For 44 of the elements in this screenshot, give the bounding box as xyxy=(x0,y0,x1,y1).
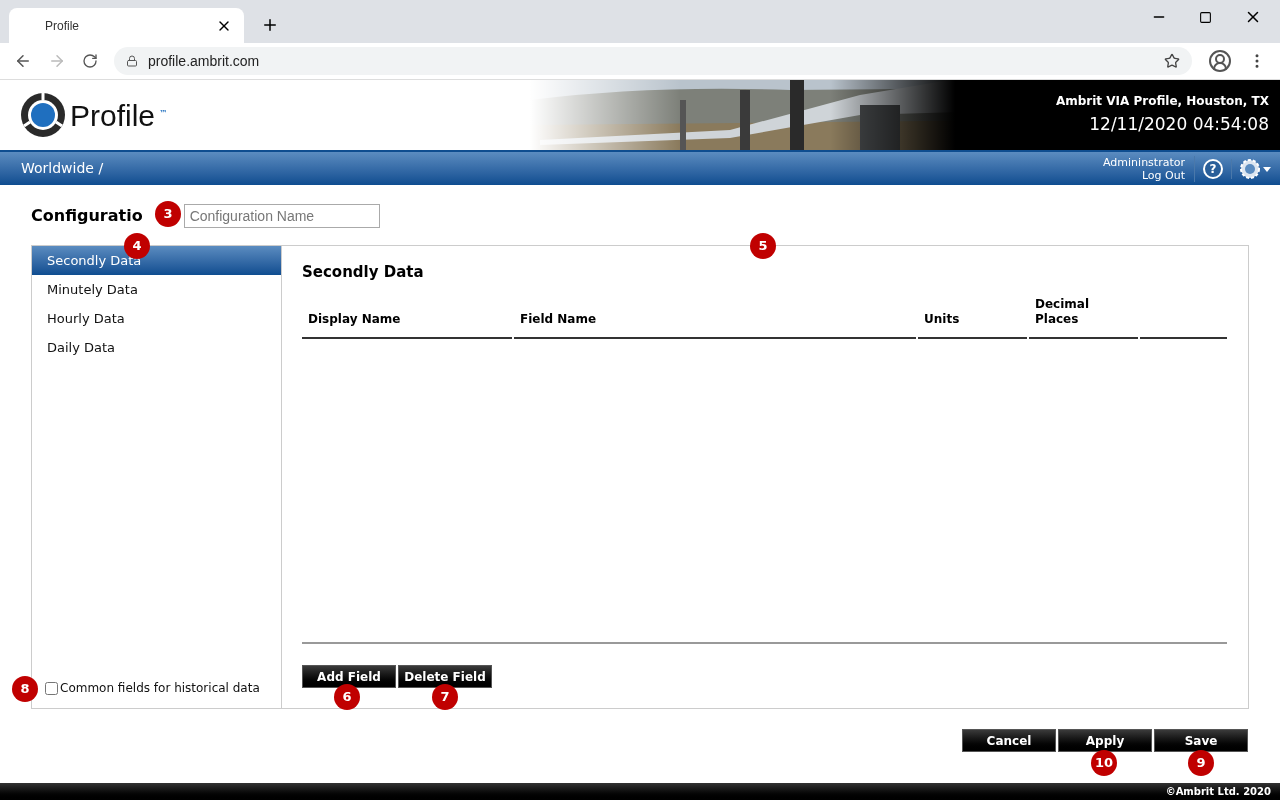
page-heading: Configuratio xyxy=(31,205,143,227)
reload-icon[interactable] xyxy=(82,53,98,69)
delete-field-button[interactable]: Delete Field xyxy=(398,665,492,688)
browser-tab[interactable]: Profile xyxy=(9,8,244,43)
sidebar-item[interactable]: Daily Data xyxy=(32,333,281,362)
trademark: ™ xyxy=(159,108,168,120)
back-icon[interactable] xyxy=(14,52,32,70)
lock-icon xyxy=(126,55,138,67)
new-tab-icon[interactable] xyxy=(261,16,279,34)
add-field-button[interactable]: Add Field xyxy=(302,665,396,688)
save-button[interactable]: Save xyxy=(1154,729,1248,752)
column-header: Field Name xyxy=(514,298,916,339)
copyright: ©Ambrit Ltd. 2020 xyxy=(1165,785,1271,799)
callout-badge: 9 xyxy=(1188,750,1214,776)
callout-badge: 3 xyxy=(155,201,181,227)
cancel-button[interactable]: Cancel xyxy=(962,729,1056,752)
configuration-name-field[interactable]: Configuration Name xyxy=(183,204,380,228)
callout-badge: 5 xyxy=(750,233,776,259)
callout-badge: 10 xyxy=(1091,750,1117,776)
sidebar-item[interactable]: Hourly Data xyxy=(32,304,281,333)
profile-icon[interactable] xyxy=(1208,49,1232,73)
address-bar[interactable]: profile.ambrit.com xyxy=(114,47,1192,75)
callout-badge: 7 xyxy=(432,684,458,710)
logo-icon xyxy=(20,92,66,138)
common-fields-checkbox[interactable] xyxy=(45,681,58,695)
logout-link[interactable]: Log Out xyxy=(1141,168,1185,182)
checkbox-label: Common fields for historical data xyxy=(60,680,260,697)
help-button[interactable]: ? xyxy=(1203,158,1223,179)
column-header: Units xyxy=(918,298,1027,339)
date-time: 12/11/2020 04:54:08 xyxy=(1089,113,1269,137)
user-name: Admininstrator xyxy=(1103,155,1185,169)
star-icon[interactable] xyxy=(1164,53,1180,69)
panel-title: Secondly Data xyxy=(302,262,425,283)
settings-icon[interactable] xyxy=(1240,158,1272,179)
site-name: Ambrit VIA Profile, Houston, TX xyxy=(1055,93,1269,111)
apply-button[interactable]: Apply xyxy=(1058,729,1152,752)
callout-badge: 8 xyxy=(12,676,38,702)
logo-text: Profile xyxy=(70,97,156,134)
sidebar-item[interactable]: Minutely Data xyxy=(32,275,281,304)
column-header: Decimal Places xyxy=(1029,298,1138,339)
breadcrumb[interactable]: Worldwide / xyxy=(21,158,104,179)
column-header: Display Name xyxy=(302,298,512,339)
callout-badge: 6 xyxy=(334,684,360,710)
maximize-icon[interactable] xyxy=(1199,10,1212,24)
